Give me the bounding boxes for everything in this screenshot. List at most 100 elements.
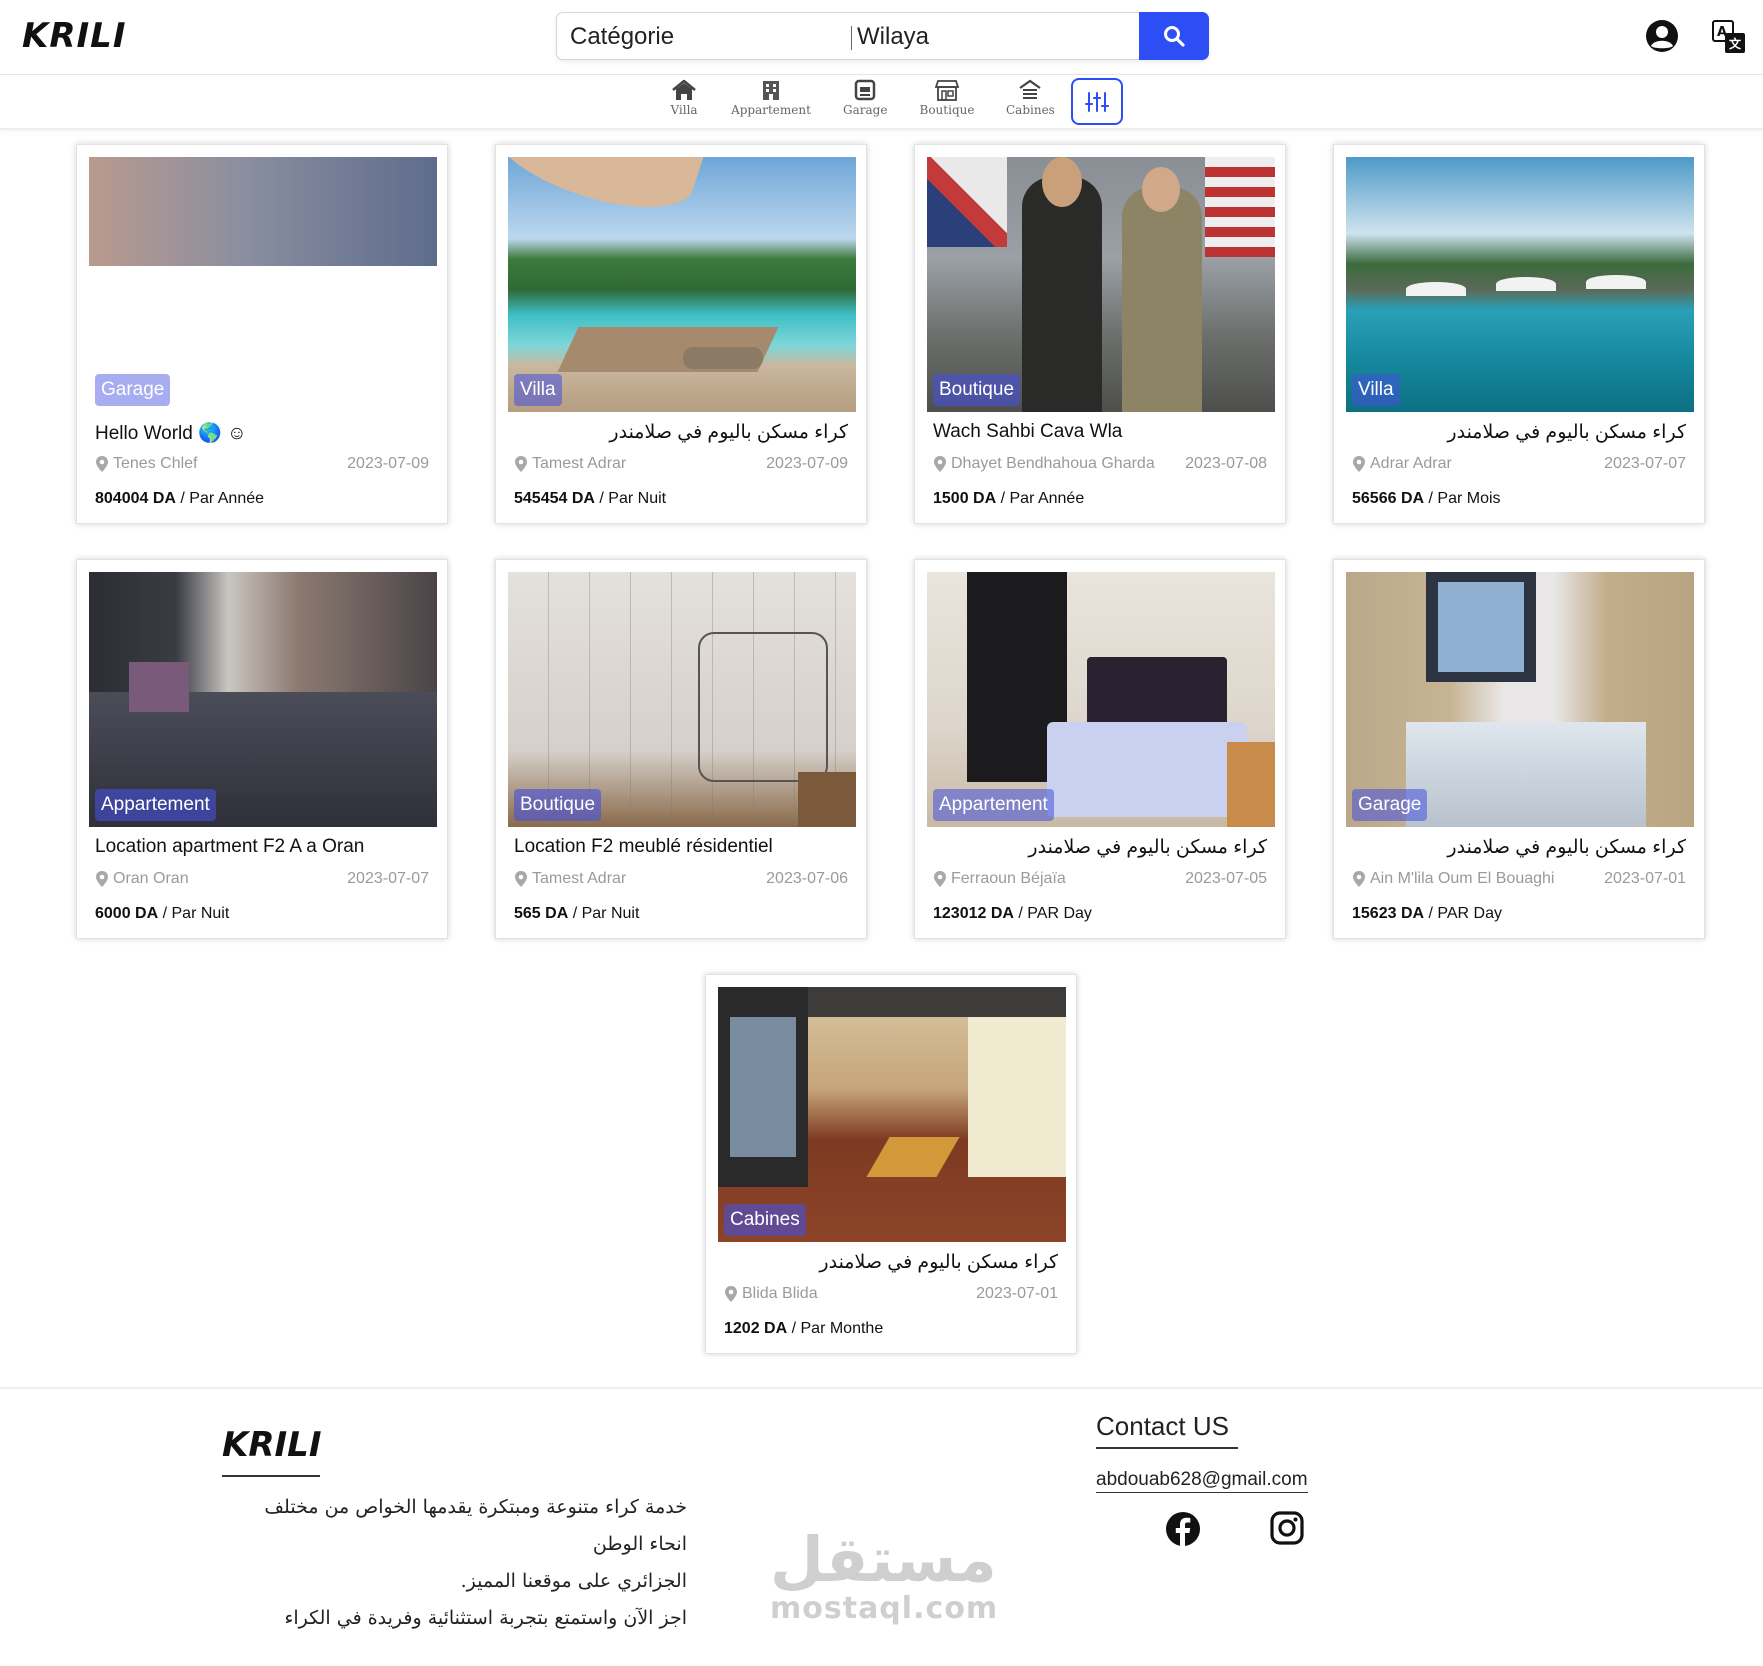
listing-title[interactable]: Location F2 meublé résidentiel: [514, 836, 848, 858]
filter-button[interactable]: [1071, 78, 1123, 125]
instagram-icon[interactable]: [1270, 1511, 1304, 1545]
description-line: خدمة كراء متنوعة ومبتكرة يقدمها الخواص م…: [264, 1496, 687, 1555]
category-garage[interactable]: Garage: [843, 79, 887, 117]
location-text: Adrar Adrar: [1370, 455, 1452, 472]
wilaya-input[interactable]: Wilaya: [857, 23, 929, 51]
listing-location: Ferraoun Béjaïa: [933, 870, 1066, 888]
listing-date: 2023-07-09: [347, 455, 429, 472]
map-pin-icon: [934, 456, 946, 472]
facebook-icon[interactable]: [1165, 1511, 1201, 1547]
category-badge: Garage: [1352, 789, 1428, 821]
site-footer: KRILI خدمة كراء متنوعة ومبتكرة يقدمها ال…: [0, 1387, 1763, 1666]
listing-title[interactable]: كراء مسكن باليوم في صلامندر: [724, 1251, 1058, 1274]
listing-card[interactable]: Appartement Location apartment F2 A a Or…: [76, 559, 448, 939]
category-bar: Villa Appartement Garage Boutique Cabine…: [0, 75, 1763, 130]
listing-image[interactable]: Villa: [1346, 157, 1694, 412]
contact-title: Contact US: [1096, 1411, 1229, 1441]
home-icon: [672, 79, 696, 100]
category-label: Villa: [670, 103, 698, 117]
category-cabines[interactable]: Cabines: [1006, 79, 1055, 117]
price-amount: 15623 DA: [1352, 905, 1425, 922]
sliders-icon: [1085, 91, 1109, 112]
listing-card[interactable]: Cabines كراء مسكن باليوم في صلامندر Blid…: [705, 974, 1077, 1354]
listing-card[interactable]: Boutique Location F2 meublé résidentiel …: [495, 559, 867, 939]
search-button[interactable]: [1139, 12, 1209, 60]
price-amount: 1202 DA: [724, 1320, 788, 1337]
price-period: / Par Monthe: [791, 1320, 884, 1337]
site-logo[interactable]: KRILI: [22, 16, 127, 56]
listing-image[interactable]: Villa: [508, 157, 856, 412]
listing-date: 2023-07-07: [347, 870, 429, 887]
listing-title[interactable]: كراء مسكن باليوم في صلامندر: [1352, 421, 1686, 444]
listing-title[interactable]: Hello World 🌎 ☺: [95, 421, 429, 445]
category-boutique[interactable]: Boutique: [918, 79, 976, 117]
category-label: Boutique: [919, 103, 975, 117]
listing-title[interactable]: كراء مسكن باليوم في صلامندر: [933, 836, 1267, 859]
listing-location: Blida Blida: [724, 1285, 818, 1303]
listing-location: Tenes Chlef: [95, 455, 198, 473]
location-text: Ferraoun Béjaïa: [951, 870, 1066, 887]
top-header: KRILI Catégorie Wilaya A 文: [0, 0, 1763, 75]
translate-icon[interactable]: A 文: [1711, 19, 1747, 55]
footer-logo[interactable]: KRILI: [222, 1425, 322, 1465]
category-badge: Appartement: [933, 789, 1054, 821]
listing-price: 1500 DA / Par Année: [933, 490, 1084, 508]
category-badge: Villa: [514, 374, 562, 406]
contact-title-underline: [1096, 1447, 1238, 1449]
price-period: / Par Nuit: [599, 490, 667, 507]
price-period: / Par Mois: [1428, 490, 1501, 507]
building-icon: [763, 81, 779, 100]
listing-title[interactable]: Location apartment F2 A a Oran: [95, 836, 429, 858]
listing-image[interactable]: Boutique: [508, 572, 856, 827]
user-account-icon[interactable]: [1645, 19, 1679, 53]
watermark: مستقل mostaql.com: [770, 1527, 999, 1626]
listing-card[interactable]: Boutique Wach Sahbi Cava Wla Dhayet Bend…: [914, 144, 1286, 524]
listing-card[interactable]: Garage Hello World 🌎 ☺ Tenes Chlef 2023-…: [76, 144, 448, 524]
listing-card[interactable]: Villa كراء مسكن باليوم في صلامندر Adrar …: [1333, 144, 1705, 524]
listing-price: 545454 DA / Par Nuit: [514, 490, 666, 508]
category-badge: Garage: [95, 374, 171, 406]
listing-location: Ain M'lila Oum El Bouaghi: [1352, 870, 1554, 888]
cabin-icon: [1019, 79, 1041, 99]
listing-price: 15623 DA / PAR Day: [1352, 905, 1502, 923]
listing-card[interactable]: Garage كراء مسكن باليوم في صلامندر Ain M…: [1333, 559, 1705, 939]
listing-card[interactable]: Villa كراء مسكن باليوم في صلامندر Tamest…: [495, 144, 867, 524]
category-badge: Boutique: [514, 789, 602, 821]
category-label: Cabines: [1006, 103, 1055, 117]
map-pin-icon: [515, 871, 527, 887]
category-select[interactable]: Catégorie: [570, 23, 674, 51]
category-badge: Villa: [1352, 374, 1400, 406]
listing-image[interactable]: Boutique: [927, 157, 1275, 412]
watermark-english: mostaql.com: [770, 1591, 999, 1626]
location-text: Tamest Adrar: [532, 870, 627, 887]
price-amount: 804004 DA: [95, 490, 176, 507]
listing-date: 2023-07-07: [1604, 455, 1686, 472]
listing-image[interactable]: Garage: [1346, 572, 1694, 827]
listing-card[interactable]: Appartement كراء مسكن باليوم في صلامندر …: [914, 559, 1286, 939]
location-text: Tamest Adrar: [532, 455, 627, 472]
listing-price: 565 DA / Par Nuit: [514, 905, 639, 923]
search-icon: [1164, 26, 1185, 47]
description-line: الجزائري على موقعنا المميز.: [460, 1570, 687, 1592]
listing-title[interactable]: كراء مسكن باليوم في صلامندر: [514, 421, 848, 444]
listing-date: 2023-07-09: [766, 455, 848, 472]
contact-email-link[interactable]: abdouab628@gmail.com: [1096, 1469, 1308, 1493]
listing-price: 123012 DA / PAR Day: [933, 905, 1092, 923]
listing-title[interactable]: Wach Sahbi Cava Wla: [933, 421, 1267, 443]
listing-title[interactable]: كراء مسكن باليوم في صلامندر: [1352, 836, 1686, 859]
category-badge: Boutique: [933, 374, 1021, 406]
svg-text:文: 文: [1729, 36, 1742, 51]
listing-image[interactable]: Appartement: [927, 572, 1275, 827]
category-villa[interactable]: Villa: [667, 79, 701, 117]
listing-image[interactable]: Appartement: [89, 572, 437, 827]
store-icon: [934, 80, 960, 101]
category-appartement[interactable]: Appartement: [730, 79, 812, 117]
description-line: اجز الآن واستمتع بتجربة استثنائية وفريدة…: [284, 1607, 687, 1629]
location-text: Tenes Chlef: [113, 455, 198, 472]
listing-date: 2023-07-08: [1185, 455, 1267, 472]
map-pin-icon: [96, 871, 108, 887]
listing-image[interactable]: Cabines: [718, 987, 1066, 1242]
listing-image[interactable]: Garage: [89, 157, 437, 412]
price-amount: 1500 DA: [933, 490, 997, 507]
map-pin-icon: [96, 456, 108, 472]
